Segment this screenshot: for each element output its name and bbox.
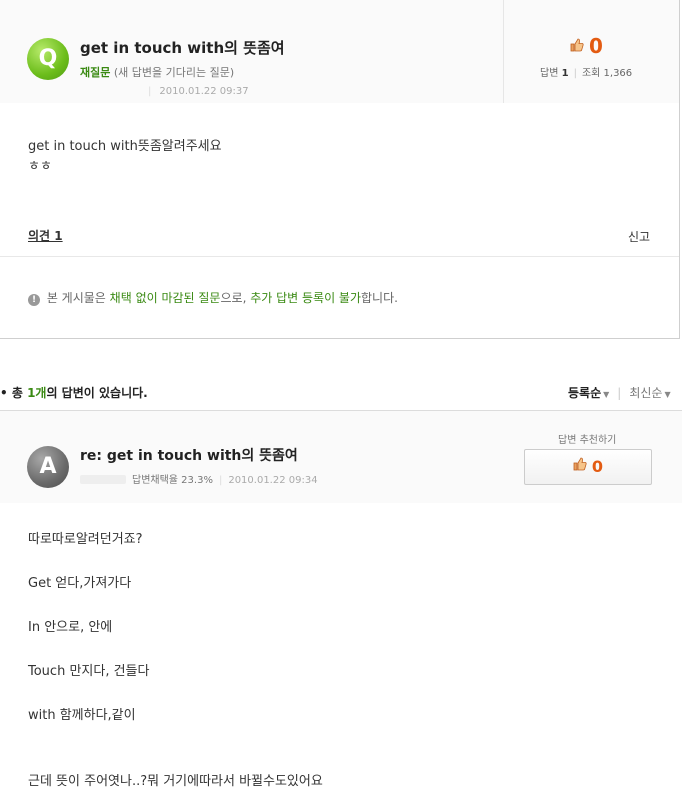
question-body-line: get in touch with뜻좀알려주세요 [28,139,222,154]
adoption-rate: 답변채택율 23.3% [132,475,213,486]
question-badge-icon: Q [27,38,69,80]
recommend-answer-label: 답변 추천하기 [558,435,617,446]
status-label: 재질문 [80,66,111,79]
closed-notice: ! 본 게시물은 채택 없이 마감된 질문으로, 추가 답변 등록이 불가합니다… [28,289,398,306]
caret-down-icon: ▼ [664,390,671,399]
answer-body-line: In 안으로, 안에 [28,620,113,635]
question-date-row: | 2010.01.22 09:37 [148,86,249,97]
thumbs-up-icon [573,457,587,471]
question-body-line: ㅎㅎ [28,159,52,174]
question-status: 재질문 (새 답변을 기다리는 질문) [80,64,234,80]
recommend-answer-button[interactable]: 0 [524,449,652,485]
sort-options: 등록순 ▼ | 최신순 ▼ [568,384,671,401]
views-label: 조회 [581,68,601,79]
info-icon: ! [28,294,40,306]
separator: | [573,68,577,79]
answers-label: 답변 [540,68,559,79]
answer-badge-icon: A [27,446,69,488]
answer-body-line: 근데 뜻이 주어엿나..?뭐 거기에따라서 바뀔수도있어요 [28,774,323,789]
separator: | [617,386,622,400]
sort-registered-button[interactable]: 등록순 ▼ [568,386,609,400]
notice-text: 본 게시물은 [46,291,110,305]
answer-count: 1개 [27,386,47,400]
recommend-count: 0 [589,34,603,58]
heading-text: 총 [11,386,28,400]
separator: | [218,475,223,486]
sort-registered-label: 등록순 [568,386,602,400]
answer-date: 2010.01.22 09:34 [228,475,318,486]
answer-recommend-count: 0 [591,457,604,476]
notice-highlight: 채택 없이 마감된 질문 [109,291,221,305]
question-title: get in touch with의 뜻좀여 [80,39,285,57]
answers-count: 1 [561,68,569,79]
answer-body-line: Touch 만지다, 건들다 [28,664,150,679]
question-date: 2010.01.22 09:37 [159,86,249,97]
bullet: • [0,386,8,400]
answer-body-line: Get 얻다,가져가다 [28,576,132,591]
question-body: get in touch with뜻좀알려주세요 ㅎㅎ [28,137,222,177]
answer-body-line: 따로따로알려던거죠? [28,532,143,547]
header-divider [503,0,504,103]
thumbs-up-icon [570,38,584,52]
sort-latest-button[interactable]: 최신순 ▼ [629,386,670,400]
notice-highlight: 추가 답변 등록이 불가 [250,291,362,305]
caret-down-icon: ▼ [603,390,610,399]
answer-count-heading: • 총 1개의 답변이 있습니다. [0,384,148,401]
opinion-link[interactable]: 의견 1 [28,227,63,244]
report-link[interactable]: 신고 [628,228,650,245]
answer-title: re: get in touch with의 뜻좀여 [80,448,298,464]
notice-text: 으로, [220,291,251,305]
author-name-redacted [80,475,126,484]
divider [0,256,679,257]
answer-meta: 답변채택율 23.3% | 2010.01.22 09:34 [80,471,318,486]
status-description: (새 답변을 기다리는 질문) [113,66,235,79]
notice-text: 합니다. [361,291,398,305]
question-recommend-count: 0 [570,34,603,58]
answer-body-line: with 함께하다,같이 [28,708,136,723]
views-count: 1,366 [603,68,633,79]
separator: | [148,86,152,97]
heading-text: 의 답변이 있습니다. [46,386,148,400]
sort-latest-label: 최신순 [629,386,663,400]
question-stats: 답변 1 | 조회 1,366 [540,64,632,79]
